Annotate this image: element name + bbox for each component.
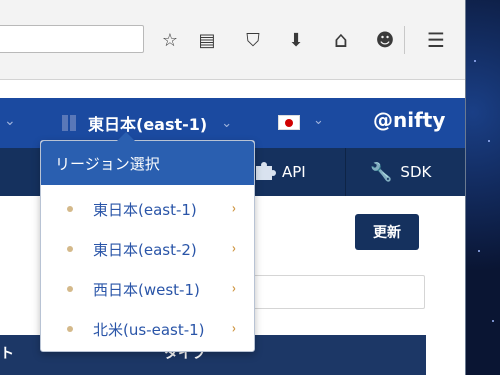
- subnav-divider: [345, 148, 346, 196]
- chat-icon[interactable]: ☻: [372, 27, 398, 53]
- reading-list-icon[interactable]: ▤: [194, 27, 220, 53]
- japan-flag-icon[interactable]: [278, 115, 300, 130]
- server-icon: [62, 115, 76, 131]
- bullet-icon: [67, 206, 73, 212]
- region-option-label: 西日本(west-1): [93, 280, 200, 299]
- browser-toolbar: ☆ ▤ ⛉ ⬇ ⌂ ☻ ☰: [0, 0, 465, 80]
- region-selector[interactable]: 東日本(east-1) ⌄: [62, 110, 232, 136]
- dropdown-caret: [117, 132, 135, 141]
- menu-icon[interactable]: ☰: [423, 27, 449, 53]
- download-icon[interactable]: ⬇: [283, 27, 309, 53]
- region-option-label: 東日本(east-1): [93, 200, 197, 219]
- bullet-icon: [67, 286, 73, 292]
- chevron-right-icon: ›: [231, 241, 236, 257]
- nav-sdk-label: SDK: [400, 163, 432, 181]
- chevron-down-icon[interactable]: ⌄: [313, 113, 324, 128]
- chevron-right-icon: ›: [231, 321, 236, 337]
- brand-logo[interactable]: @nifty: [373, 108, 445, 132]
- wrench-icon: 🔧: [370, 161, 393, 183]
- region-option-east-1[interactable]: 東日本(east-1) ›: [41, 189, 254, 229]
- bullet-icon: [67, 246, 73, 252]
- column-header[interactable]: ト: [0, 343, 14, 363]
- url-bar[interactable]: [0, 25, 144, 53]
- chevron-down-icon: ⌄: [221, 115, 233, 131]
- region-option-us-east-1[interactable]: 北米(us-east-1) ›: [41, 309, 254, 349]
- chevron-down-icon[interactable]: ⌄: [4, 113, 16, 129]
- nav-api[interactable]: API: [254, 148, 306, 196]
- chevron-right-icon: ›: [231, 281, 236, 297]
- pocket-icon[interactable]: ⛉: [240, 27, 266, 53]
- home-icon[interactable]: ⌂: [328, 27, 354, 53]
- nav-sdk[interactable]: 🔧 SDK: [370, 148, 431, 196]
- refresh-button[interactable]: 更新: [355, 214, 419, 250]
- text-field[interactable]: [250, 275, 425, 309]
- region-label: 東日本(east-1): [88, 115, 208, 134]
- nav-api-label: API: [282, 163, 306, 181]
- chevron-right-icon: ›: [231, 201, 236, 217]
- bullet-icon: [67, 326, 73, 332]
- region-option-label: 北米(us-east-1): [93, 320, 205, 339]
- star-icon[interactable]: ☆: [157, 27, 183, 53]
- region-option-label: 東日本(east-2): [93, 240, 197, 259]
- region-dropdown: リージョン選択 東日本(east-1) › 東日本(east-2) › 西日本(…: [40, 132, 255, 352]
- region-option-east-2[interactable]: 東日本(east-2) ›: [41, 229, 254, 269]
- dropdown-title: リージョン選択: [41, 141, 254, 185]
- puzzle-icon: [254, 162, 278, 182]
- toolbar-divider: [404, 26, 405, 54]
- region-option-west-1[interactable]: 西日本(west-1) ›: [41, 269, 254, 309]
- desktop-background: [466, 0, 500, 375]
- browser-window: ☆ ▤ ⛉ ⬇ ⌂ ☻ ☰ ⌄ 東日本(east-1) ⌄ ⌄ @nifty A…: [0, 0, 466, 375]
